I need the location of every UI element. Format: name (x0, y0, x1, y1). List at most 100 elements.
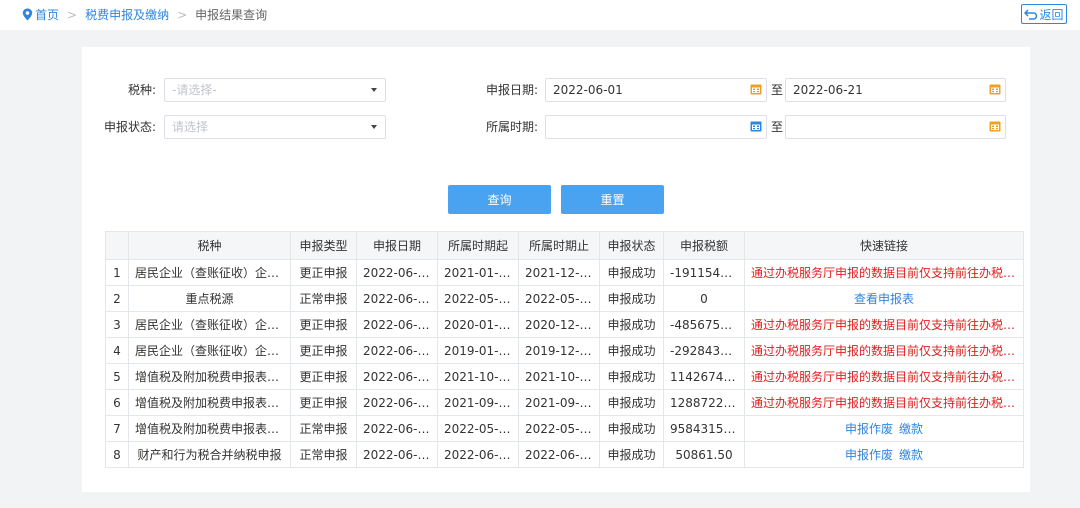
row-period-from: 2021-09-01 (437, 389, 519, 416)
void-declaration-link[interactable]: 申报作废 (845, 422, 893, 436)
row-index: 7 (105, 415, 129, 442)
row-period-from: 2022-05-01 (437, 415, 519, 442)
row-date: 2022-06-17 (356, 285, 438, 312)
row-actions: 申报作废 缴款 (744, 441, 1024, 468)
header-period-to: 所属时期止 (518, 231, 600, 260)
row-type: 更正申报 (290, 363, 357, 390)
row-type: 更正申报 (290, 389, 357, 416)
row-period-to: 2019-12-31 (518, 337, 600, 364)
chevron-down-icon (371, 125, 377, 129)
date-range-to-label: 至 (771, 83, 784, 97)
breadcrumb-home[interactable]: 首页 (35, 6, 59, 23)
row-tax: 增值税及附加税费申报表（... (128, 363, 291, 390)
header-status: 申报状态 (599, 231, 664, 260)
row-status: 申报成功 (599, 363, 664, 390)
period-to-input[interactable] (785, 115, 1006, 139)
row-status: 申报成功 (599, 311, 664, 338)
row-date: 2022-06-21 (356, 259, 438, 286)
row-date: 2022-06-17 (356, 337, 438, 364)
calendar-icon[interactable] (750, 83, 762, 95)
row-amount: 0 (663, 285, 745, 312)
row-type: 正常申报 (290, 441, 357, 468)
table-row: 6 增值税及附加税费申报表（... 更正申报 2022-06-16 2021-0… (105, 389, 1024, 416)
row-tax: 增值税及附加税费申报表（... (128, 389, 291, 416)
header-type: 申报类型 (290, 231, 357, 260)
row-actions: 申报作废 缴款 (744, 415, 1024, 442)
row-type: 正常申报 (290, 285, 357, 312)
calendar-icon[interactable] (989, 83, 1001, 95)
row-notice: 通过办税服务厅申报的数据目前仅支持前往办税服务... (744, 363, 1024, 390)
header-index (105, 231, 129, 260)
pay-link[interactable]: 缴款 (899, 448, 923, 462)
void-declaration-link[interactable]: 申报作废 (845, 448, 893, 462)
row-amount: 11426740.... (663, 363, 745, 390)
row-amount: 50861.50 (663, 441, 745, 468)
calendar-icon[interactable] (989, 120, 1001, 132)
calendar-icon[interactable] (750, 120, 762, 132)
status-placeholder: 请选择 (172, 120, 209, 134)
row-amount: -2928433... (663, 337, 745, 364)
query-button[interactable]: 查询 (448, 185, 551, 214)
row-tax: 居民企业（查账征收）企业... (128, 337, 291, 364)
reset-button[interactable]: 重置 (561, 185, 664, 214)
table-row: 1 居民企业（查账征收）企业... 更正申报 2022-06-21 2021-0… (105, 259, 1024, 286)
row-amount: 9584315.52 (663, 415, 745, 442)
period-from-input[interactable] (545, 115, 767, 139)
back-button[interactable]: 返回 (1021, 4, 1067, 24)
table-row: 4 居民企业（查账征收）企业... 更正申报 2022-06-17 2019-0… (105, 337, 1024, 364)
row-tax: 居民企业（查账征收）企业... (128, 259, 291, 286)
row-status: 申报成功 (599, 337, 664, 364)
row-date: 2022-06-16 (356, 389, 438, 416)
tax-type-select[interactable]: -请选择- (164, 78, 386, 102)
row-date: 2022-06-17 (356, 311, 438, 338)
row-period-to: 2021-09-30 (518, 389, 600, 416)
declare-date-from-input[interactable]: 2022-06-01 (545, 78, 767, 102)
declare-date-to-input[interactable]: 2022-06-21 (785, 78, 1006, 102)
table-row: 2 重点税源 正常申报 2022-06-17 2022-05-01 2022-0… (105, 285, 1024, 312)
tax-type-label: 税种: (127, 83, 156, 97)
row-type: 更正申报 (290, 311, 357, 338)
row-period-from: 2021-10-01 (437, 363, 519, 390)
row-tax: 财产和行为税合并纳税申报 (128, 441, 291, 468)
row-period-from: 2020-01-01 (437, 311, 519, 338)
breadcrumb-separator: > (67, 7, 78, 22)
header-date: 申报日期 (356, 231, 438, 260)
row-notice: 通过办税服务厅申报的数据目前仅支持前往办税服务... (744, 311, 1024, 338)
status-select[interactable]: 请选择 (164, 115, 386, 139)
row-status: 申报成功 (599, 415, 664, 442)
row-index: 1 (105, 259, 129, 286)
row-index: 6 (105, 389, 129, 416)
table-header-row: 税种 申报类型 申报日期 所属时期起 所属时期止 申报状态 申报税额 快速链接 (105, 231, 1024, 260)
row-period-to: 2022-06-10 (518, 441, 600, 468)
header-quick-link: 快速链接 (744, 231, 1024, 260)
row-index: 3 (105, 311, 129, 338)
tax-type-placeholder: -请选择- (172, 83, 217, 97)
back-button-label: 返回 (1039, 7, 1064, 22)
view-declaration-link[interactable]: 查看申报表 (744, 285, 1024, 312)
row-period-from: 2019-01-01 (437, 337, 519, 364)
row-date: 2022-06-16 (356, 363, 438, 390)
row-period-from: 2021-01-01 (437, 259, 519, 286)
period-range-to-label: 至 (771, 120, 784, 134)
breadcrumb-separator: > (177, 7, 188, 22)
row-status: 申报成功 (599, 259, 664, 286)
row-amount: -4856754... (663, 311, 745, 338)
table-row: 3 居民企业（查账征收）企业... 更正申报 2022-06-17 2020-0… (105, 311, 1024, 338)
row-period-to: 2020-12-31 (518, 311, 600, 338)
declare-date-to-value: 2022-06-21 (793, 83, 863, 97)
row-period-to: 2022-05-31 (518, 415, 600, 442)
top-bar: 首页 > 税费申报及缴纳 > 申报结果查询 返回 (0, 0, 1080, 30)
period-label: 所属时期: (485, 120, 538, 134)
row-date: 2022-06-10 (356, 441, 438, 468)
breadcrumb-section[interactable]: 税费申报及缴纳 (85, 6, 169, 23)
chevron-down-icon (371, 88, 377, 92)
status-label: 申报状态: (103, 120, 156, 134)
pay-link[interactable]: 缴款 (899, 422, 923, 436)
row-status: 申报成功 (599, 285, 664, 312)
row-amount: 12887228.... (663, 389, 745, 416)
return-arrow-icon (1024, 9, 1038, 20)
row-period-to: 2021-10-31 (518, 363, 600, 390)
row-tax: 居民企业（查账征收）企业... (128, 311, 291, 338)
header-period-from: 所属时期起 (437, 231, 519, 260)
row-period-to: 2022-05-31 (518, 285, 600, 312)
